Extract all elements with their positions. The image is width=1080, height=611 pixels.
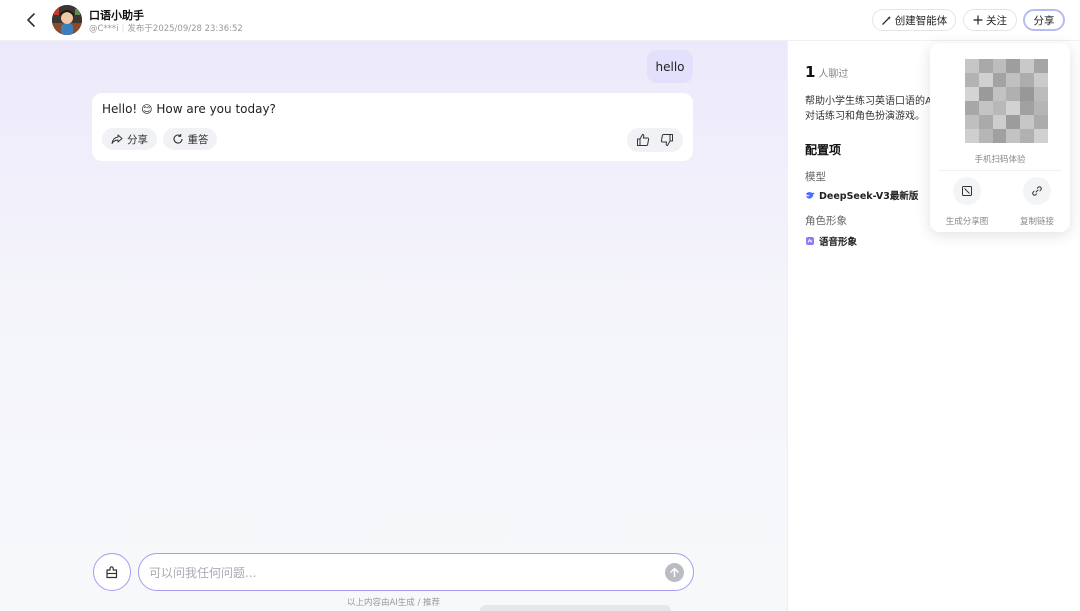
voice-persona-icon xyxy=(806,237,814,245)
regenerate-button[interactable]: 重答 xyxy=(163,128,217,150)
copy-link-button[interactable]: 复制链接 xyxy=(1009,177,1065,227)
chat-area[interactable]: hello Hello! 😊 How are you today? 分享 重答 xyxy=(0,41,787,611)
description-line: 对话练习和角色扮演游戏。 xyxy=(805,111,925,122)
top-bar: 口语小助手 @C***i | 发布于2025/09/28 23:36:52 创建智能… xyxy=(0,0,1080,41)
share-popover: 手机扫码体验 生成分享图 复制链接 xyxy=(930,43,1070,232)
copy-link-label: 复制链接 xyxy=(1019,217,1054,227)
puzzle-icon xyxy=(106,566,118,579)
send-button[interactable] xyxy=(665,563,684,582)
bot-message-suffix: How are you today? xyxy=(156,102,276,116)
message-input-box[interactable] xyxy=(138,553,694,591)
persona-name: 语音形象 xyxy=(819,237,858,248)
smile-emoji: 😊 xyxy=(141,103,153,116)
model-label: 模型 xyxy=(805,171,826,183)
description-line: 帮助小学生练习英语口语的A xyxy=(805,96,931,107)
agent-description: 帮助小学生练习英语口语的A 对话练习和角色扮演游戏。 xyxy=(805,94,931,124)
bot-message-text: Hello! 😊 How are you today? xyxy=(102,102,276,116)
create-agent-label: 创建智能体 xyxy=(894,14,948,27)
agent-meta: @C***i | 发布于2025/09/28 23:36:52 xyxy=(89,22,243,34)
follow-button[interactable]: 关注 xyxy=(963,9,1017,31)
like-button[interactable] xyxy=(633,130,653,150)
bottom-handle xyxy=(480,605,671,611)
generate-share-image-button[interactable]: 生成分享图 xyxy=(939,177,995,227)
create-agent-button[interactable]: 创建智能体 xyxy=(872,9,956,31)
config-title: 配置项 xyxy=(805,143,842,157)
thumbs-up-icon xyxy=(637,134,650,146)
agent-name: 口语小助手 xyxy=(89,9,144,22)
popover-divider xyxy=(938,170,1062,171)
agent-avatar[interactable] xyxy=(52,5,82,35)
dislike-button[interactable] xyxy=(657,130,677,150)
refresh-icon xyxy=(173,134,183,144)
publish-date: 发布于2025/09/28 23:36:52 xyxy=(127,24,243,34)
copy-link-icon-wrap xyxy=(1023,177,1051,205)
share-message-button[interactable]: 分享 xyxy=(102,128,157,150)
author-handle[interactable]: @C***i xyxy=(89,24,119,34)
share-label: 分享 xyxy=(1033,14,1055,27)
bot-message-prefix: Hello! xyxy=(102,102,138,116)
share-button[interactable]: 分享 xyxy=(1023,9,1065,31)
message-input[interactable] xyxy=(149,563,649,583)
plugin-button[interactable] xyxy=(93,553,131,591)
user-message-bubble: hello xyxy=(647,50,693,83)
chat-count-number: 1 xyxy=(805,63,816,81)
persona-value: 语音形象 xyxy=(805,234,857,248)
share-arrow-icon xyxy=(111,134,123,144)
bot-message-card: Hello! 😊 How are you today? 分享 重答 xyxy=(92,93,693,161)
thumbs-down-icon xyxy=(660,134,673,146)
chevron-left-icon xyxy=(27,13,35,27)
image-icon xyxy=(962,186,972,196)
chat-count: 1 人聊过 xyxy=(805,62,848,81)
persona-label: 角色形象 xyxy=(805,215,847,227)
plus-icon xyxy=(973,15,983,25)
follow-label: 关注 xyxy=(986,14,1007,27)
link-icon xyxy=(1032,186,1042,196)
qr-code xyxy=(965,59,1048,143)
feedback-group xyxy=(627,128,683,152)
model-value: DeepSeek-V3最新版 xyxy=(805,188,918,202)
magic-wand-icon xyxy=(881,15,891,25)
arrow-up-icon xyxy=(670,567,679,578)
back-button[interactable] xyxy=(22,10,42,30)
share-message-label: 分享 xyxy=(127,133,148,146)
avatar-image xyxy=(52,5,82,35)
generate-share-image-label: 生成分享图 xyxy=(945,217,989,227)
chat-count-label: 人聊过 xyxy=(818,69,849,80)
meta-separator: | xyxy=(121,24,125,34)
deepseek-whale-icon xyxy=(806,192,815,199)
model-name: DeepSeek-V3最新版 xyxy=(819,191,919,202)
qr-caption: 手机扫码体验 xyxy=(974,155,1026,165)
share-image-icon-wrap xyxy=(953,177,981,205)
regenerate-label: 重答 xyxy=(187,133,209,146)
